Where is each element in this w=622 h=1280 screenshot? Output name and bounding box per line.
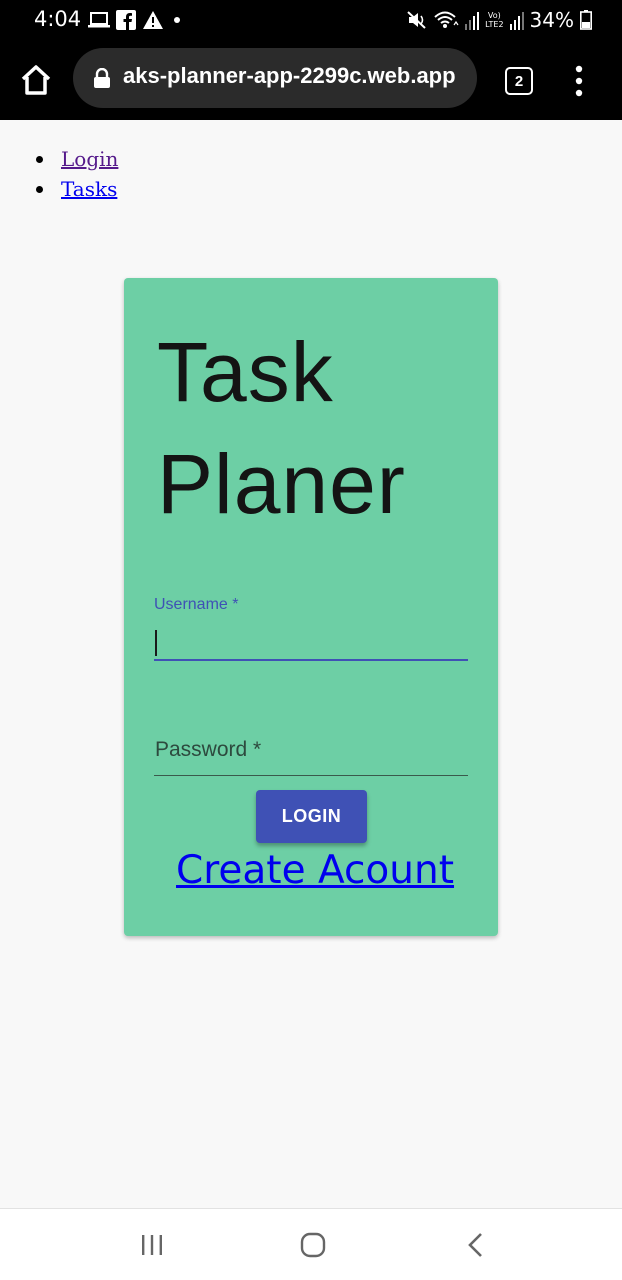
url-text: aks-planner-app-2299c.web.app [123,63,456,88]
alert-icon [143,11,163,29]
password-input[interactable] [154,740,468,774]
page-nav: Login Tasks [36,144,118,204]
battery-percent: 34% [529,8,574,32]
nav-link-login[interactable]: Login [61,147,118,171]
status-time: 4:04 [34,7,82,31]
home-circle-icon[interactable] [300,1232,326,1258]
bullet-icon [36,185,43,193]
address-bar[interactable]: aks-planner-app-2299c.web.app [73,48,477,108]
home-icon[interactable] [18,62,54,98]
signal-icon [465,12,480,30]
dot-icon [174,17,180,23]
network-label: Vo) LTE2 [485,11,503,29]
status-bar: 4:04 Vo) LTE2 34% [0,0,622,40]
system-nav-bar [0,1208,622,1280]
browser-toolbar: aks-planner-app-2299c.web.app 2 [0,40,622,120]
password-field[interactable]: Password * [154,738,468,778]
create-account-link[interactable]: Create Acount [176,848,454,893]
mute-icon [407,11,426,29]
facebook-icon [116,10,136,30]
tab-count-button[interactable]: 2 [505,67,533,95]
username-input[interactable] [154,624,468,658]
menu-icon[interactable] [572,64,586,98]
network-label-bottom: LTE2 [485,20,504,29]
status-left-icons [88,9,184,31]
tab-count: 2 [514,72,524,90]
recent-apps-icon[interactable] [140,1233,164,1257]
wifi-icon [434,11,459,28]
username-field[interactable]: Username * [154,596,468,668]
username-label: Username * [154,596,239,613]
nav-item-login: Login [36,144,118,174]
login-button[interactable]: LOGIN [256,790,367,843]
status-right-icons: Vo) LTE2 34% [407,7,592,33]
lock-icon [94,68,110,88]
nav-item-tasks: Tasks [36,174,118,204]
app-title: Task Planer [157,325,406,531]
bullet-icon [36,155,43,163]
nav-link-tasks[interactable]: Tasks [61,177,117,201]
username-underline [154,659,468,661]
laptop-icon [88,12,110,28]
login-card: Task Planer Username * Password * LOGIN … [124,278,498,936]
signal-icon [509,12,524,30]
battery-icon [580,10,592,30]
back-icon[interactable] [466,1232,486,1258]
network-label-top: Vo) [487,11,501,20]
password-underline [154,775,468,776]
